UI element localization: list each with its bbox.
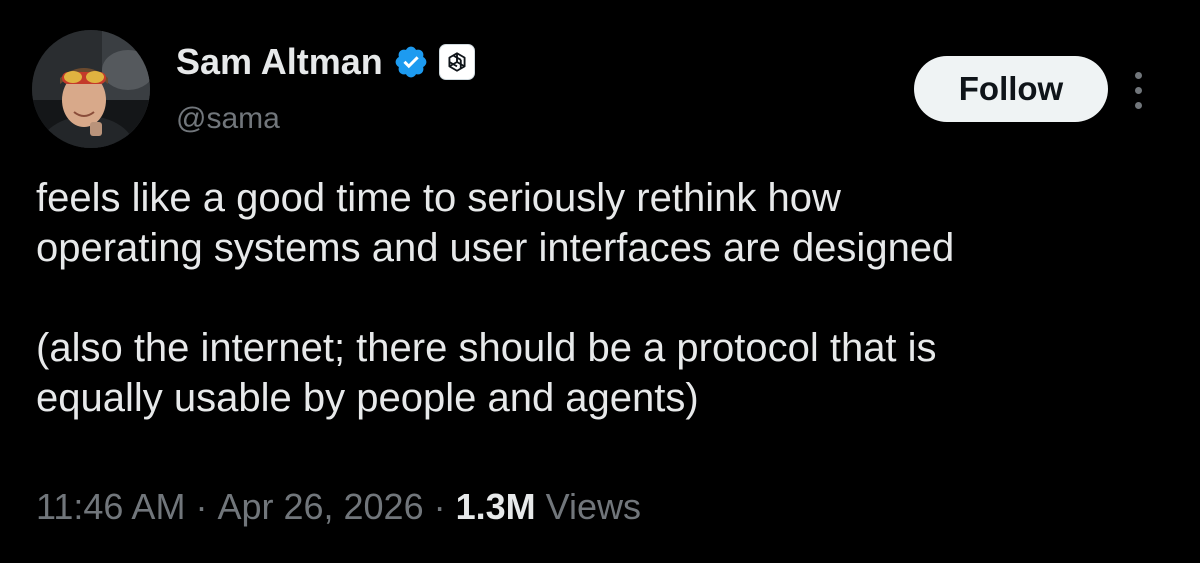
views-count: 1.3M — [455, 486, 536, 527]
avatar-image — [32, 30, 150, 148]
tweet-line: operating systems and user interfaces ar… — [36, 226, 955, 270]
more-vertical-icon[interactable] — [1120, 62, 1156, 118]
more-dot — [1134, 71, 1142, 79]
tweet-text: feels like a good time to seriously reth… — [36, 173, 1176, 423]
author-name-row: Sam Altman — [176, 40, 475, 84]
openai-logo-icon[interactable] — [438, 44, 475, 80]
tweet-date[interactable]: Apr 26, 2026 — [217, 486, 423, 528]
tweet-line: (also the internet; there should be a pr… — [36, 326, 937, 370]
follow-button[interactable]: Follow — [914, 56, 1108, 122]
views-label: Views — [545, 486, 642, 527]
tweet-card: Sam Altman @sama Follow feels like a goo… — [0, 0, 1200, 563]
verified-badge-icon[interactable] — [393, 44, 429, 80]
tweet-line: equally usable by people and agents) — [36, 376, 699, 420]
avatar[interactable] — [32, 30, 150, 148]
meta-separator: · — [195, 486, 208, 527]
meta-separator: · — [433, 486, 446, 527]
tweet-meta: 11:46 AM · Apr 26, 2026 · 1.3M Views — [36, 486, 641, 528]
more-dot — [1134, 101, 1142, 109]
display-name[interactable]: Sam Altman — [176, 41, 383, 83]
user-handle[interactable]: @sama — [176, 102, 280, 136]
tweet-line: feels like a good time to seriously reth… — [36, 176, 841, 220]
more-dot — [1134, 86, 1142, 94]
tweet-time[interactable]: 11:46 AM — [36, 486, 185, 528]
